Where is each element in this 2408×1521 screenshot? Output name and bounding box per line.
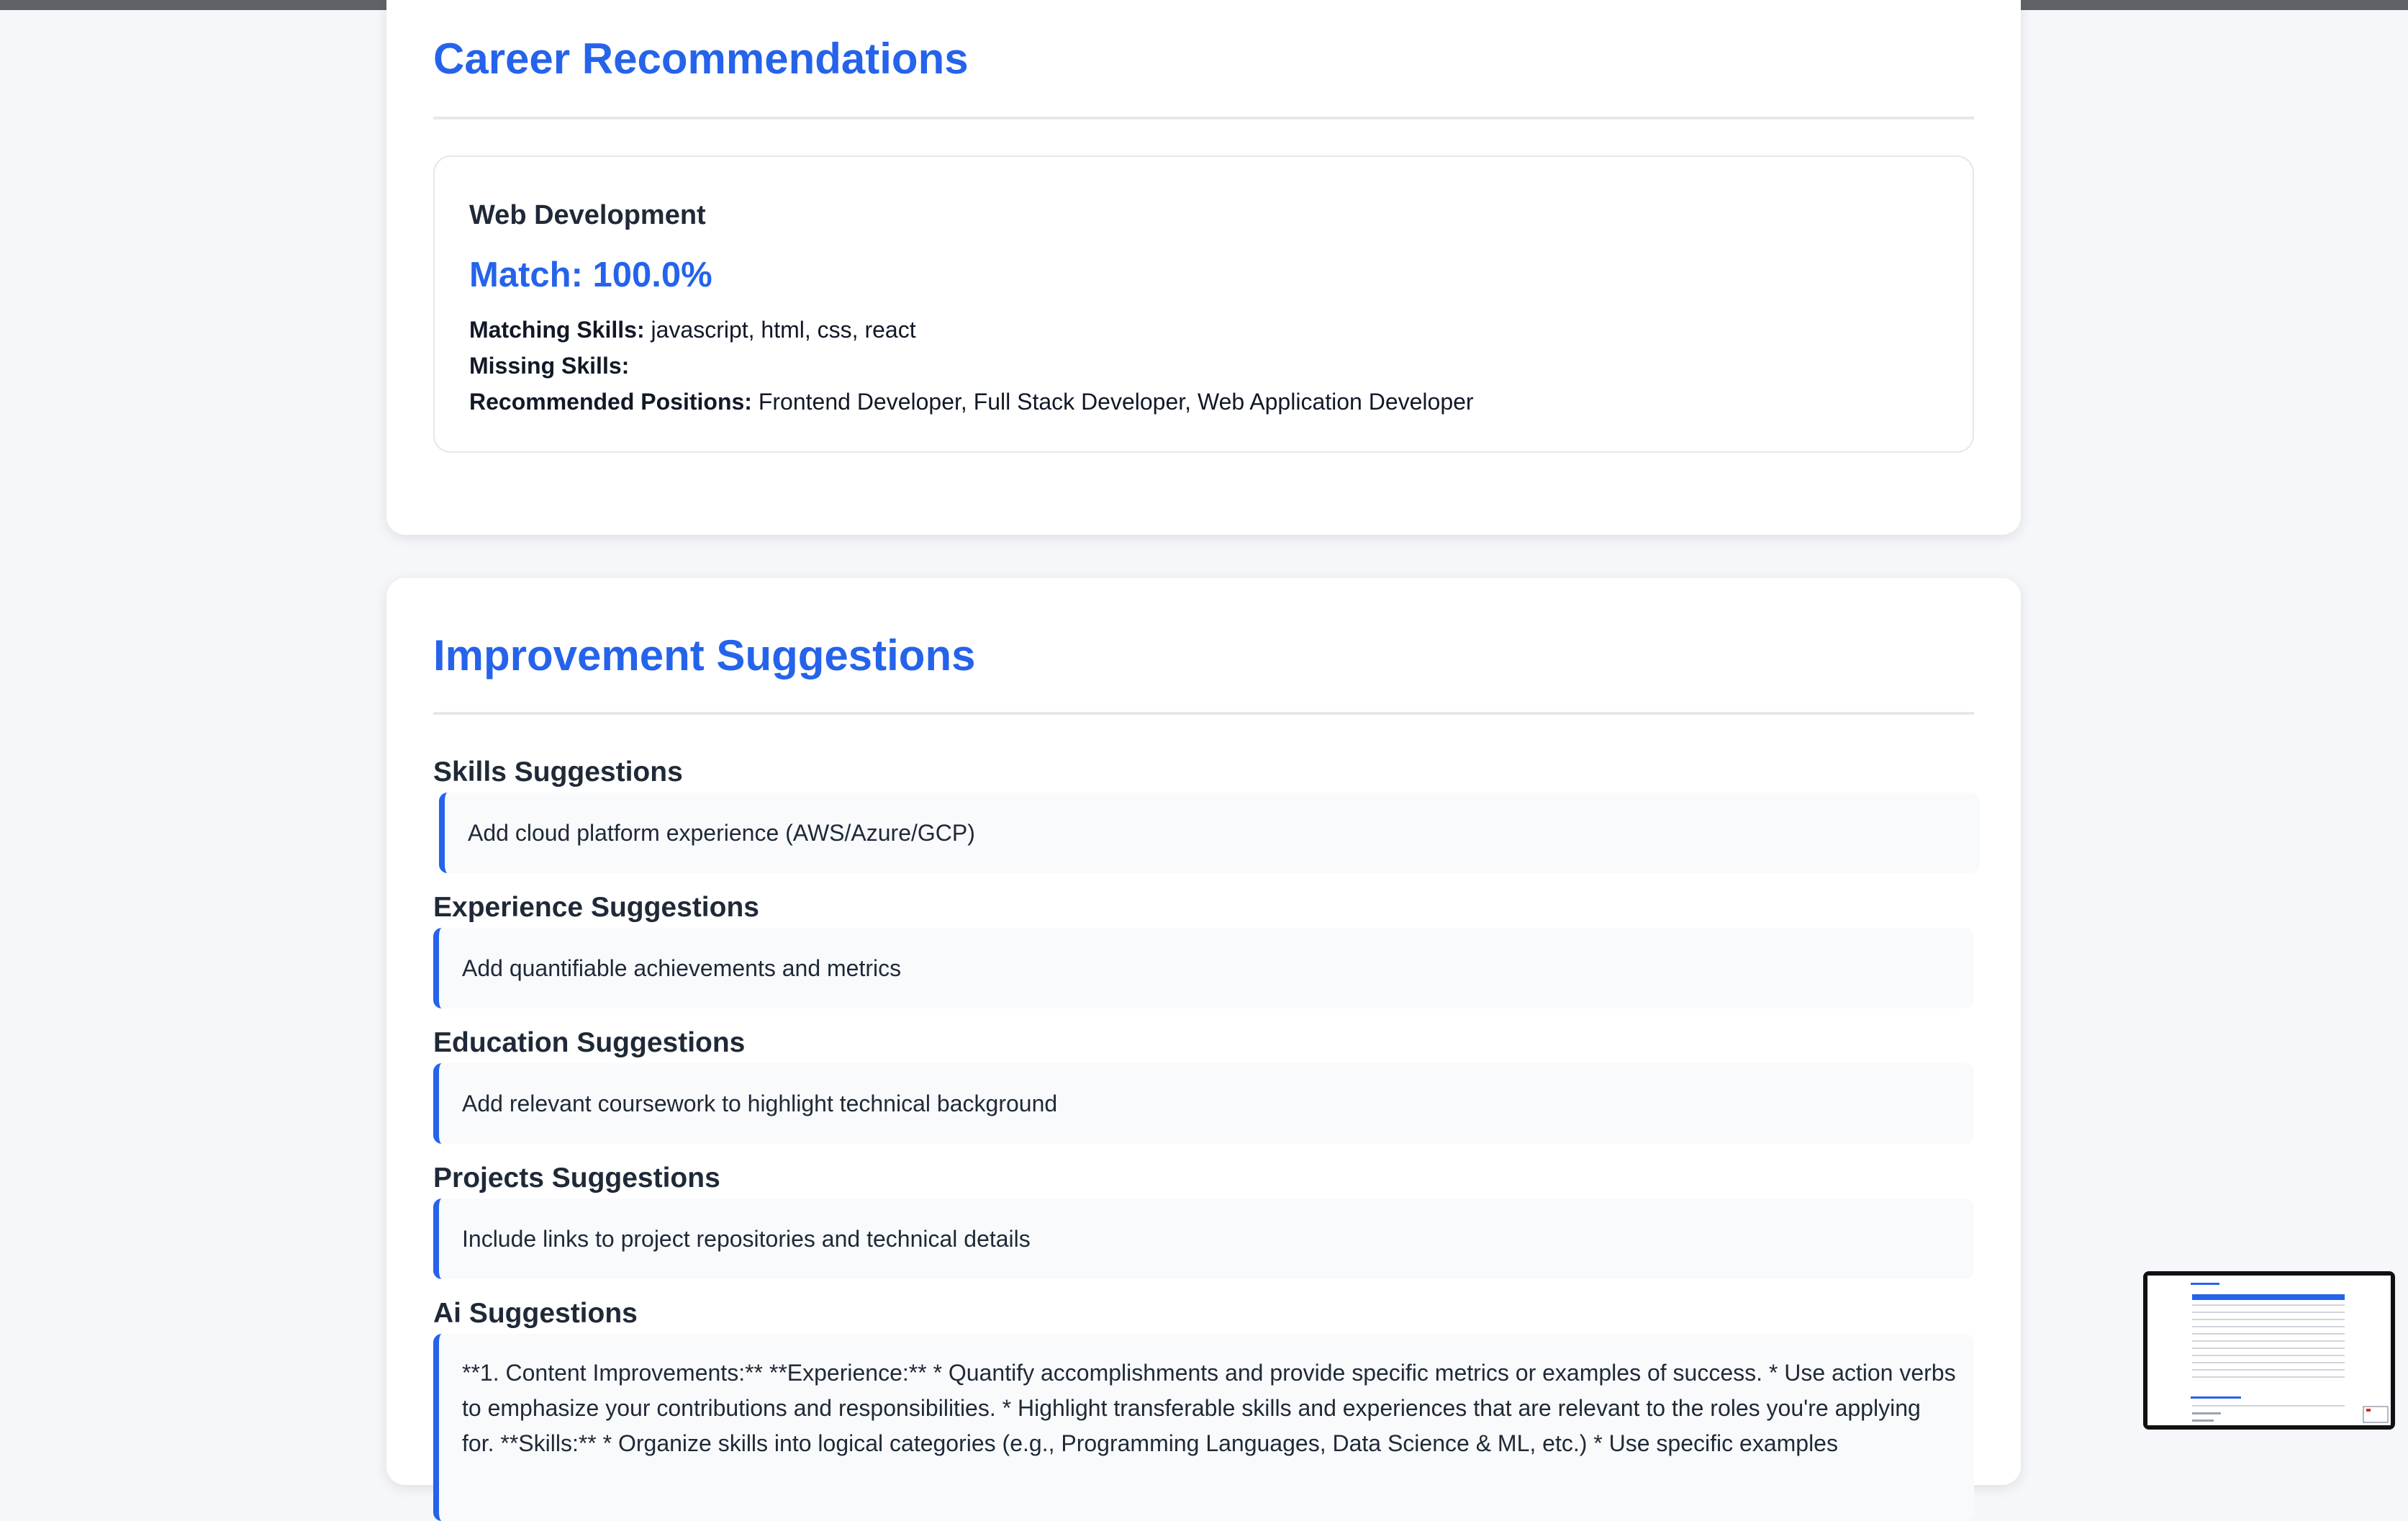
- matching-skills-row: Matching Skills: javascript, html, css, …: [469, 317, 916, 343]
- matching-skills-value: javascript, html, css, react: [651, 317, 916, 343]
- ai-suggestion-item: **1. Content Improvements:** **Experienc…: [433, 1334, 1974, 1521]
- skills-suggestions-heading: Skills Suggestions: [433, 757, 683, 787]
- match-percentage: Match: 100.0%: [469, 256, 712, 294]
- recommended-positions-row: Recommended Positions: Frontend Develope…: [469, 389, 1474, 415]
- recommended-positions-value: Frontend Developer, Full Stack Developer…: [758, 389, 1474, 415]
- projects-suggestion-text: Include links to project repositories an…: [462, 1226, 1031, 1252]
- thumbnail-content-icon: [2147, 1276, 2391, 1425]
- projects-suggestion-item: Include links to project repositories an…: [433, 1199, 1974, 1279]
- skills-suggestion-text: Add cloud platform experience (AWS/Azure…: [468, 820, 975, 846]
- skills-suggestion-item: Add cloud platform experience (AWS/Azure…: [439, 793, 1980, 873]
- career-recommendation-item: Web Development Match: 100.0% Matching S…: [433, 155, 1974, 453]
- career-recommendations-card: Career Recommendations Web Development M…: [386, 0, 2021, 535]
- matching-skills-label: Matching Skills:: [469, 317, 645, 343]
- career-divider: [433, 117, 1974, 119]
- experience-suggestions-heading: Experience Suggestions: [433, 892, 759, 923]
- recommended-positions-label: Recommended Positions:: [469, 389, 752, 415]
- career-field-title: Web Development: [469, 200, 706, 230]
- missing-skills-label: Missing Skills:: [469, 353, 630, 379]
- education-suggestion-text: Add relevant coursework to highlight tec…: [462, 1091, 1058, 1116]
- education-suggestion-item: Add relevant coursework to highlight tec…: [433, 1063, 1974, 1144]
- ai-suggestions-heading: Ai Suggestions: [433, 1298, 638, 1329]
- improvement-suggestions-card: Improvement Suggestions Skills Suggestio…: [386, 578, 2021, 1521]
- page-thumbnail-preview[interactable]: [2143, 1271, 2395, 1430]
- improvement-divider: [433, 712, 1974, 715]
- improvement-suggestions-title: Improvement Suggestions: [433, 631, 976, 680]
- ai-suggestion-text: **1. Content Improvements:** **Experienc…: [462, 1360, 1956, 1456]
- projects-suggestions-heading: Projects Suggestions: [433, 1163, 720, 1193]
- career-recommendations-title: Career Recommendations: [433, 35, 969, 83]
- experience-suggestion-text: Add quantifiable achievements and metric…: [462, 955, 902, 981]
- education-suggestions-heading: Education Suggestions: [433, 1027, 746, 1058]
- missing-skills-row: Missing Skills:: [469, 353, 629, 379]
- experience-suggestion-item: Add quantifiable achievements and metric…: [433, 928, 1974, 1008]
